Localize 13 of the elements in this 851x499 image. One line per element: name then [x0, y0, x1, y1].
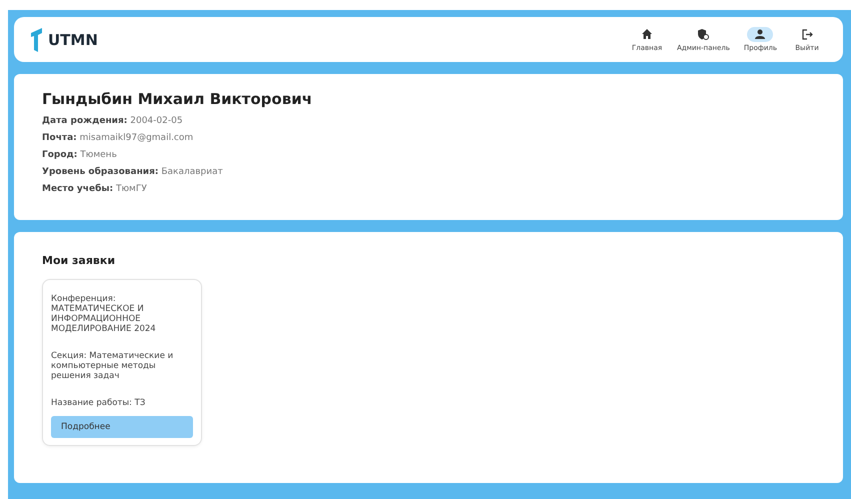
- profile-field: Место учебы: ТюмГУ: [42, 181, 815, 198]
- details-button[interactable]: Подробнее: [51, 416, 193, 438]
- logo-text: UTMN: [48, 30, 98, 48]
- user-name: Гындыбин Михаил Викторович: [42, 90, 314, 108]
- conference-text: Конференция: МАТЕМАТИЧЕСКОЕ И ИНФОРМАЦИОННОЕ МОДЕЛИРОВАНИЕ 2024: [51, 294, 157, 334]
- profile-field: Уровень образования: Бакалавриат: [42, 164, 815, 181]
- work-title-text: Название работы: ТЗ: [51, 398, 146, 408]
- profile-field: Город: Тюмень: [42, 147, 815, 164]
- logo-icon: [30, 26, 44, 52]
- section-text: Секция: Математические и компьютерные методы решения задач: [51, 351, 174, 381]
- section-title: Мои заявки: [42, 254, 116, 267]
- profile-field: Почта: misamaikl97@gmail.com: [42, 130, 815, 147]
- profile-field: Дата рождения: 2004-02-05: [42, 113, 815, 130]
